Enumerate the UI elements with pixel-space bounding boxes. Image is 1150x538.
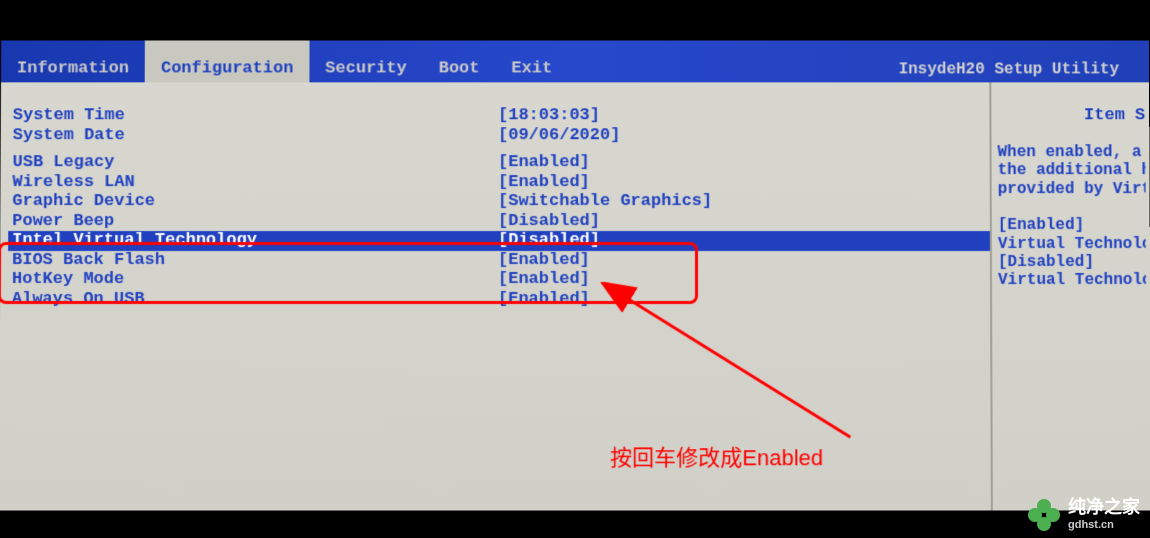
help-line: the additional ha xyxy=(998,162,1146,180)
tab-configuration[interactable]: Configuration xyxy=(145,41,309,83)
help-panel: Item S When enabled, a V the additional … xyxy=(989,82,1150,510)
setting-hotkey-mode[interactable]: HotKey Mode [Enabled] xyxy=(8,270,990,290)
content-area: System Time [18:03:03] System Date [09/0… xyxy=(0,82,1150,510)
utility-title: InsydeH20 Setup Utility xyxy=(899,56,1149,82)
tab-exit[interactable]: Exit xyxy=(495,55,568,82)
tab-boot[interactable]: Boot xyxy=(423,55,496,82)
setting-system-time[interactable]: System Time [18:03:03] xyxy=(9,106,990,125)
help-option: Virtual Technology xyxy=(998,235,1146,253)
setting-usb-legacy[interactable]: USB Legacy [Enabled] xyxy=(9,153,990,173)
help-line: provided by Virtu xyxy=(998,180,1146,198)
setting-intel-vt[interactable]: Intel Virtual Technology [Disabled] xyxy=(8,231,990,251)
setting-wireless-lan[interactable]: Wireless LAN [Enabled] xyxy=(8,173,989,193)
setting-graphic-device[interactable]: Graphic Device [Switchable Graphics] xyxy=(8,192,989,212)
setting-power-beep[interactable]: Power Beep [Disabled] xyxy=(8,212,990,232)
help-option: [Disabled] xyxy=(998,253,1146,271)
menu-bar: Information Configuration Security Boot … xyxy=(1,41,1149,83)
setting-system-date[interactable]: System Date [09/06/2020] xyxy=(9,126,990,145)
help-title: Item S xyxy=(997,106,1145,125)
watermark-name: 纯净之家 xyxy=(1068,497,1140,519)
watermark: 纯净之家 gdhst.cn xyxy=(1028,497,1140,532)
watermark-url: gdhst.cn xyxy=(1068,519,1140,532)
watermark-logo-icon xyxy=(1028,499,1060,531)
tab-information[interactable]: Information xyxy=(1,55,145,82)
setting-bios-back-flash[interactable]: BIOS Back Flash [Enabled] xyxy=(8,251,990,271)
setting-always-on-usb[interactable]: Always On USB [Enabled] xyxy=(8,290,990,310)
help-line: When enabled, a V xyxy=(998,143,1146,161)
bios-screen: Information Configuration Security Boot … xyxy=(0,41,1150,511)
main-panel: System Time [18:03:03] System Date [09/0… xyxy=(0,82,991,510)
annotation-text: 按回车修改成Enabled xyxy=(610,440,823,472)
help-option: Virtual Technology xyxy=(998,271,1146,289)
help-option: [Enabled] xyxy=(998,216,1146,234)
tab-security[interactable]: Security xyxy=(309,55,422,82)
